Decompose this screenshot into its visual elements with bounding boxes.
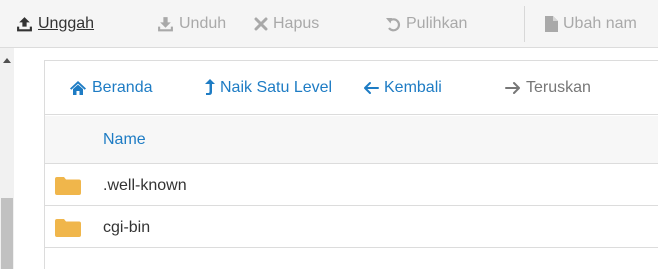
level-up-icon: [205, 79, 215, 96]
file-row[interactable]: cgi-bin: [45, 207, 658, 248]
upload-icon: [16, 16, 33, 33]
file-manager: Unggah Unduh Hapus Pulihkan Ubah nam Ber…: [0, 0, 658, 269]
x-icon: [254, 17, 268, 31]
download-label: Unduh: [179, 15, 227, 32]
file-browser-panel: Beranda Naik Satu Level Kembali Teruskan…: [44, 60, 658, 269]
file-icon: [545, 16, 558, 32]
forward-label: Teruskan: [526, 78, 591, 96]
arrow-right-icon: [505, 81, 521, 95]
file-row[interactable]: .well-known: [45, 165, 658, 206]
rename-label: Ubah nam: [563, 15, 637, 32]
undo-icon: [385, 16, 401, 32]
home-label: Beranda: [92, 78, 153, 96]
delete-button[interactable]: Hapus: [254, 0, 319, 48]
back-button[interactable]: Kembali: [363, 61, 442, 114]
download-icon: [157, 16, 174, 33]
forward-button[interactable]: Teruskan: [505, 61, 591, 114]
delete-label: Hapus: [273, 15, 320, 32]
home-button[interactable]: Beranda: [69, 61, 153, 114]
arrow-left-icon: [363, 81, 379, 95]
upload-button[interactable]: Unggah: [16, 0, 94, 48]
restore-button[interactable]: Pulihkan: [385, 0, 467, 48]
file-name: cgi-bin: [103, 218, 151, 236]
file-name: .well-known: [103, 176, 187, 194]
folder-icon: [55, 177, 81, 200]
vertical-scrollbar[interactable]: [0, 48, 14, 269]
scroll-up-arrow-icon[interactable]: [3, 58, 11, 63]
folder-icon: [55, 219, 81, 242]
file-table-header: Name: [45, 116, 658, 164]
navigation-bar: Beranda Naik Satu Level Kembali Teruskan: [45, 61, 658, 115]
restore-label: Pulihkan: [406, 15, 468, 32]
toolbar-divider: [524, 6, 525, 42]
rename-button[interactable]: Ubah nam: [545, 0, 637, 48]
back-label: Kembali: [384, 78, 442, 96]
home-icon: [69, 80, 87, 96]
upload-label: Unggah: [38, 15, 95, 32]
name-column-header[interactable]: Name: [103, 116, 146, 164]
download-button[interactable]: Unduh: [157, 0, 226, 48]
up-one-level-button[interactable]: Naik Satu Level: [205, 61, 332, 114]
file-toolbar: Unggah Unduh Hapus Pulihkan Ubah nam: [0, 0, 658, 48]
up-one-level-label: Naik Satu Level: [220, 78, 333, 96]
scrollbar-thumb[interactable]: [1, 198, 13, 269]
